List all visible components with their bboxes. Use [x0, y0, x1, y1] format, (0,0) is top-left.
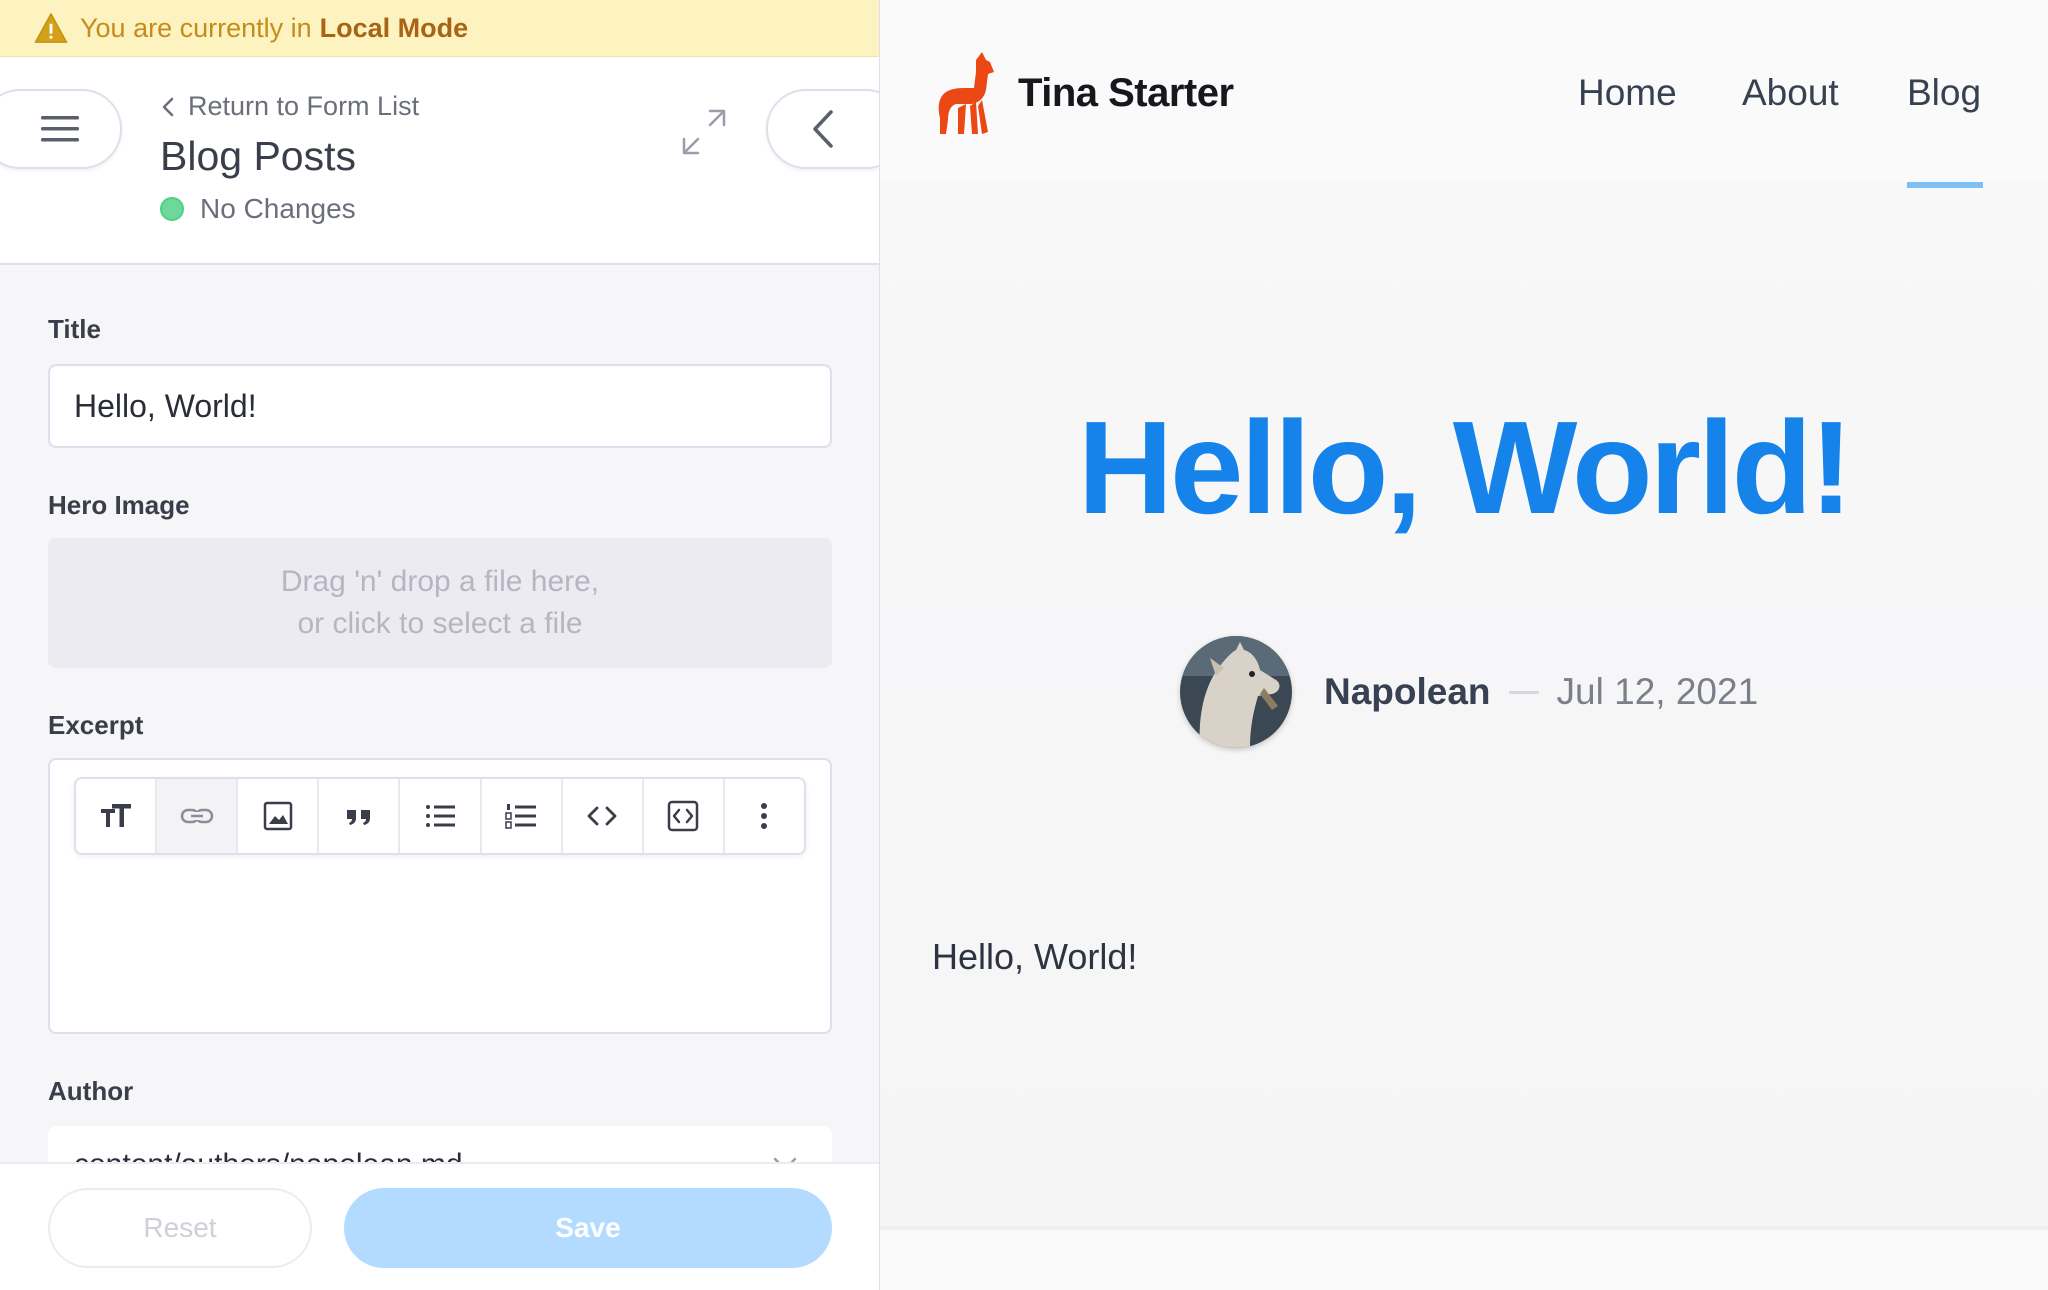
quote-icon: [346, 810, 370, 825]
nav-about[interactable]: About: [1742, 72, 1839, 114]
more-vertical-icon: [761, 803, 768, 829]
llama-photo-avatar: [1180, 636, 1292, 748]
author-label: Author: [48, 1076, 134, 1106]
site-footer: [880, 1226, 2048, 1290]
hero-image-label: Hero Image: [48, 490, 190, 520]
excerpt-editor[interactable]: [48, 758, 832, 1034]
hamburger-icon: [41, 116, 79, 142]
status-dot-icon: [160, 197, 184, 221]
link-button[interactable]: [157, 779, 239, 853]
form-header: Return to Form List Blog Posts No Change…: [0, 57, 879, 265]
post-title: Hello, World!: [1077, 394, 1854, 541]
link-icon: [180, 808, 213, 824]
nav-home[interactable]: Home: [1578, 72, 1677, 114]
collapse-sidebar-button[interactable]: [766, 89, 879, 169]
warning-icon: [34, 13, 68, 43]
image-button[interactable]: [238, 779, 320, 853]
save-button[interactable]: Save: [344, 1188, 832, 1268]
code-icon: [587, 806, 617, 826]
tina-sidebar: You are currently in Local Mode Return t…: [0, 0, 880, 1290]
site-logo[interactable]: Tina Starter: [936, 50, 1234, 136]
nav-blog[interactable]: Blog: [1907, 72, 1981, 114]
menu-button[interactable]: [0, 89, 122, 169]
return-label: Return to Form List: [188, 91, 420, 121]
banner-text: You are currently in: [80, 12, 312, 43]
code-block-button[interactable]: [644, 779, 725, 853]
title-input[interactable]: [48, 364, 832, 448]
code-button[interactable]: [563, 779, 644, 853]
excerpt-label: Excerpt: [48, 710, 144, 740]
save-status: No Changes: [160, 193, 356, 225]
bullet-list-icon: [425, 805, 455, 827]
active-nav-indicator: [1907, 182, 1983, 188]
banner-mode: Local Mode: [319, 12, 469, 43]
numbered-list-button[interactable]: [482, 779, 563, 853]
form-title: Blog Posts: [160, 133, 356, 179]
heading-button[interactable]: [76, 779, 158, 853]
post-date: Jul 12, 2021: [1556, 671, 1759, 712]
post-body: Hello, World!: [932, 936, 1138, 977]
site-preview: Tina Starter Home About Blog Hello, Worl…: [880, 0, 2048, 1290]
hero-image-dropzone[interactable]: Drag 'n' drop a file here, or click to s…: [48, 538, 832, 668]
expand-icon[interactable]: [680, 107, 728, 157]
code-block-icon: [668, 800, 699, 832]
post-meta: Napolean Jul 12, 2021: [1180, 636, 1758, 748]
form-footer: Reset Save: [0, 1162, 879, 1290]
author-avatar: [1180, 636, 1292, 748]
post-author: Napolean: [1324, 671, 1491, 712]
site-header: Tina Starter Home About Blog: [880, 0, 2048, 182]
chevron-left-icon: [162, 97, 174, 116]
dropzone-line-2: or click to select a file: [297, 607, 583, 640]
return-to-form-list-link[interactable]: Return to Form List: [162, 91, 419, 122]
bullet-list-button[interactable]: [400, 779, 482, 853]
title-label: Title: [48, 314, 101, 344]
text-size-icon: [100, 804, 131, 827]
meta-separator: [1508, 690, 1539, 694]
site-name: Tina Starter: [1018, 70, 1234, 115]
numbered-list-icon: [505, 804, 537, 829]
more-options-button[interactable]: [725, 779, 804, 853]
image-icon: [263, 801, 293, 831]
reset-button[interactable]: Reset: [48, 1188, 312, 1268]
dropzone-line-1: Drag 'n' drop a file here,: [280, 565, 600, 598]
quote-button[interactable]: [319, 779, 401, 853]
editor-toolbar: [74, 777, 806, 855]
llama-logo-icon: [938, 52, 994, 134]
local-mode-banner: You are currently in Local Mode: [0, 0, 879, 57]
status-text: No Changes: [200, 193, 356, 224]
chevron-left-icon: [813, 110, 833, 148]
